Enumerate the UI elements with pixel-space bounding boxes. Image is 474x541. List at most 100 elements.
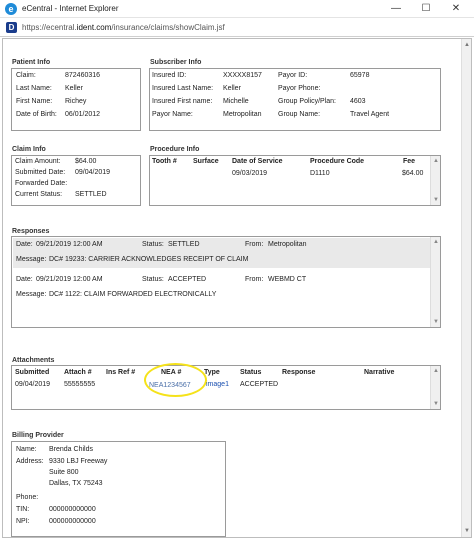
forwarded-date-key: Forwarded Date: [15,180,68,187]
response-row: Date: 09/21/2019 12:00 AM Status: SETTLE… [13,238,431,268]
submitted-date-value: 09/04/2019 [75,169,111,176]
attach-header: Attach # [64,369,92,376]
submitted-header: Submitted [15,369,50,376]
response-message-key: Message: [16,291,47,298]
insured-first-name-value: Michelle [223,98,249,105]
responses-label: Responses [12,228,50,235]
procedure-info-box: Tooth # Surface Date of Service Procedur… [149,155,441,206]
insured-last-name-value: Keller [223,85,241,92]
date-of-service-header: Date of Service [232,158,283,165]
status-header: Status [240,369,262,376]
claim-info-box: Claim Amount: $64.00 Submitted Date: 09/… [11,155,141,206]
attachment-number-cell: 55555555 [64,381,96,388]
response-message-value: DC# 19233: CARRIER ACKNOWLEDGES RECEIPT … [49,256,249,263]
provider-address-key: Address: [16,458,44,465]
window-title: eCentral - Internet Explorer [22,4,119,13]
surface-header: Surface [193,158,219,165]
payor-phone-key: Payor Phone: [278,85,321,92]
responses-scrollbar[interactable]: ▲ ▼ [430,237,440,327]
billing-provider-label: Billing Provider [12,432,64,439]
submitted-date-key: Submitted Date: [15,169,66,176]
url-path: /insurance/claims/showClaim.jsf [111,23,225,32]
insured-id-key: Insured ID: [152,72,187,79]
provider-npi-value: 000000000000 [49,518,96,525]
claim-key: Claim: [16,72,36,79]
responses-box: Date: 09/21/2019 12:00 AM Status: SETTLE… [11,236,441,328]
attachment-submitted-cell: 09/04/2019 [15,381,51,388]
first-name-key: First Name: [16,98,53,105]
provider-npi-key: NPI: [16,518,30,525]
minimize-button[interactable]: — [381,0,411,18]
maximize-button[interactable]: ☐ [411,0,441,18]
attachments-label: Attachments [12,357,55,364]
provider-name-key: Name: [16,446,37,453]
response-date-key: Date: [16,241,33,248]
response-date-key: Date: [16,276,33,283]
scroll-up-icon[interactable]: ▲ [431,368,441,374]
dob-value: 06/01/2012 [65,111,101,118]
first-name-value: Richey [65,98,87,105]
provider-name-value: Brenda Childs [49,446,93,453]
ins-ref-header: Ins Ref # [106,369,136,376]
window-titlebar: e eCentral - Internet Explorer — ☐ ✕ [0,0,474,18]
response-message-value: DC# 1122: CLAIM FORWARDED ELECTRONICALLY [49,291,217,298]
scroll-up-icon[interactable]: ▲ [463,41,471,49]
response-status-key: Status: [142,241,164,248]
response-status-value: ACCEPTED [168,276,207,283]
provider-address-line: Dallas, TX 75243 [49,480,103,487]
scroll-down-icon[interactable]: ▼ [431,197,441,203]
attachments-box: Submitted Attach # Ins Ref # NEA # Type … [11,365,441,410]
group-name-key: Group Name: [278,111,321,118]
procedure-code-header: Procedure Code [310,158,365,165]
procedure-info-label: Procedure Info [150,146,200,153]
attachments-scrollbar[interactable]: ▲ ▼ [430,366,440,409]
group-policy-key: Group Policy/Plan: [278,98,336,105]
insured-last-name-key: Insured Last Name: [152,85,214,92]
procedure-date-cell: 09/03/2019 [232,170,268,177]
provider-phone-key: Phone: [16,494,39,501]
response-message-key: Message: [16,256,47,263]
billing-provider-box: Name: Brenda Childs Address: 9330 LBJ Fr… [11,441,226,537]
nea-highlight-annotation [144,363,207,397]
scroll-down-icon[interactable]: ▼ [431,319,441,325]
provider-tin-key: TIN: [16,506,30,513]
procedure-code-cell: D1110 [310,170,330,177]
response-from-key: From: [245,276,264,283]
claim-amount-key: Claim Amount: [15,158,61,165]
claim-info-label: Claim Info [12,146,46,153]
subscriber-info-label: Subscriber Info [150,59,202,66]
procedure-scrollbar[interactable]: ▲ ▼ [430,156,440,205]
payor-id-key: Payor ID: [278,72,308,79]
address-url[interactable]: https://ecentral.ident.com/insurance/cla… [22,23,225,32]
claim-page: ▲ ▼ Patient Info Claim: 872460316 Last N… [2,38,472,538]
procedure-fee-cell: $64.00 [402,170,424,177]
ie-icon: e [5,3,17,15]
tooth-header: Tooth # [152,158,177,165]
payor-name-value: Metropolitan [223,111,262,118]
scroll-down-icon[interactable]: ▼ [431,401,441,407]
close-button[interactable]: ✕ [441,0,471,18]
dob-key: Date of Birth: [16,111,57,118]
last-name-value: Keller [65,85,83,92]
scroll-up-icon[interactable]: ▲ [431,158,441,164]
page-scrollbar[interactable]: ▲ ▼ [461,39,471,537]
insured-first-name-key: Insured First name: [152,98,213,105]
response-date-value: 09/21/2019 12:00 AM [36,241,103,248]
fee-header: Fee [403,158,416,165]
subscriber-info-box: Insured ID: XXXXX8157 Insured Last Name:… [149,68,441,131]
patient-info-label: Patient Info [12,59,51,66]
provider-address-line: 9330 LBJ Freeway [49,458,108,465]
address-bar[interactable]: D https://ecentral.ident.com/insurance/c… [0,18,474,37]
response-status-key: Status: [142,276,164,283]
scroll-up-icon[interactable]: ▲ [431,239,441,245]
group-name-value: Travel Agent [350,111,390,118]
provider-address-line: Suite 800 [49,469,79,476]
narrative-header: Narrative [364,369,395,376]
response-from-value: WEBMD CT [268,276,307,283]
attachment-image-link[interactable]: image1 [206,381,229,388]
current-status-value: SETTLED [75,191,107,198]
insured-id-value: XXXXX8157 [223,72,262,79]
scroll-down-icon[interactable]: ▼ [463,527,471,535]
payor-name-key: Payor Name: [152,111,193,118]
type-header: Type [204,369,220,376]
